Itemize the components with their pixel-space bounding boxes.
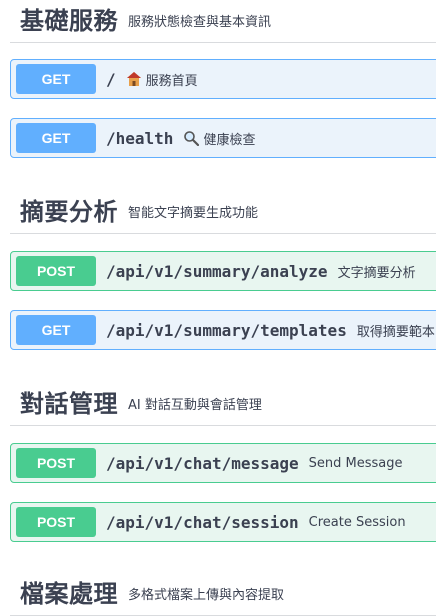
operation-get-health[interactable]: GET /health 健康檢查 xyxy=(10,118,436,158)
section-title: 基礎服務 xyxy=(20,6,118,35)
endpoint-path: /api/v1/chat/session xyxy=(106,512,299,532)
method-badge: GET xyxy=(16,315,96,345)
endpoint-path: /api/v1/summary/templates xyxy=(106,320,347,340)
magnifier-icon xyxy=(183,130,200,146)
operation-get-summary-templates[interactable]: GET /api/v1/summary/templates 取得摘要範本 xyxy=(10,310,436,350)
operation-post-summary-analyze[interactable]: POST /api/v1/summary/analyze 文字摘要分析 xyxy=(10,251,436,291)
operation-post-chat-session[interactable]: POST /api/v1/chat/session Create Session xyxy=(10,502,436,542)
section-description: 智能文字摘要生成功能 xyxy=(128,205,259,221)
section-description: AI 對話互動與會話管理 xyxy=(128,397,262,413)
section-description: 多格式檔案上傳與內容提取 xyxy=(128,587,285,603)
section-header[interactable]: 摘要分析 智能文字摘要生成功能 xyxy=(10,185,436,234)
endpoint-path: /api/v1/chat/message xyxy=(106,453,299,473)
method-badge: POST xyxy=(16,507,96,537)
section-title: 摘要分析 xyxy=(20,197,118,226)
method-badge: POST xyxy=(16,448,96,478)
endpoint-summary: Send Message xyxy=(308,455,403,471)
method-badge: GET xyxy=(16,123,96,153)
section-header[interactable]: 基礎服務 服務狀態檢查與基本資訊 xyxy=(10,0,436,43)
house-icon xyxy=(126,71,142,87)
section-title: 檔案處理 xyxy=(20,579,118,608)
operation-get-root[interactable]: GET / 服務首頁 xyxy=(10,59,436,99)
section-summary-analysis: 摘要分析 智能文字摘要生成功能 xyxy=(10,185,436,234)
endpoint-summary: 取得摘要範本 xyxy=(356,324,435,340)
section-chat-management: 對話管理 AI 對話互動與會話管理 xyxy=(10,377,436,426)
method-badge: GET xyxy=(16,64,96,94)
section-file-processing: 檔案處理 多格式檔案上傳與內容提取 xyxy=(10,567,436,616)
endpoint-path: /api/v1/summary/analyze xyxy=(106,261,328,281)
endpoint-path: /health xyxy=(106,128,174,148)
endpoint-summary-text: 服務首頁 xyxy=(145,73,198,89)
endpoint-summary: 文字摘要分析 xyxy=(337,265,416,281)
endpoint-summary: Create Session xyxy=(308,514,406,530)
endpoint-summary-text: 健康檢查 xyxy=(203,132,256,148)
operation-post-chat-message[interactable]: POST /api/v1/chat/message Send Message xyxy=(10,443,436,483)
section-description: 服務狀態檢查與基本資訊 xyxy=(128,14,272,30)
section-basic-services: 基礎服務 服務狀態檢查與基本資訊 xyxy=(10,0,436,43)
method-badge: POST xyxy=(16,256,96,286)
endpoint-summary: 健康檢查 xyxy=(183,129,255,148)
section-header[interactable]: 對話管理 AI 對話互動與會話管理 xyxy=(10,377,436,426)
endpoint-summary: 服務首頁 xyxy=(126,70,198,89)
endpoint-path: / xyxy=(106,69,116,89)
section-header[interactable]: 檔案處理 多格式檔案上傳與內容提取 xyxy=(10,567,436,616)
section-title: 對話管理 xyxy=(20,389,118,418)
